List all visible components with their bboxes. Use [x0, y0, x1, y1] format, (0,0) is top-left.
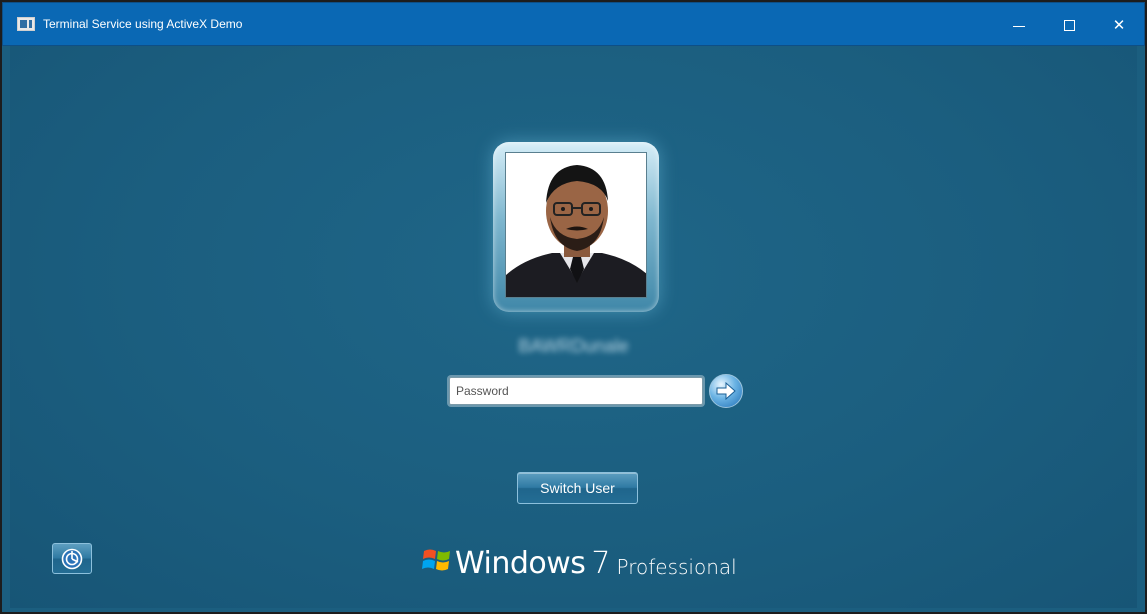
arrow-right-icon [716, 382, 736, 400]
minimize-button[interactable] [994, 3, 1044, 47]
title-bar[interactable]: Terminal Service using ActiveX Demo ✕ [2, 2, 1145, 46]
user-tile-frame [493, 142, 659, 312]
ease-of-access-icon [61, 548, 83, 569]
minimize-icon [1013, 25, 1025, 27]
windows-edition: Professional [616, 555, 737, 579]
switch-user-button[interactable]: Switch User [517, 472, 638, 504]
windows-logo: Windows 7 Professional [422, 539, 737, 579]
window-controls: ✕ [994, 3, 1144, 47]
logon-screen: BAWRDunale Switch User Windows 7 Profess… [10, 46, 1137, 608]
close-button[interactable]: ✕ [1094, 3, 1144, 47]
submit-arrow-button[interactable] [709, 374, 743, 408]
windows-wordmark: Windows [455, 546, 586, 581]
maximize-button[interactable] [1044, 3, 1094, 47]
username-label: BAWRDunale [518, 336, 629, 356]
windows-version: 7 [591, 546, 611, 581]
app-icon [17, 17, 35, 31]
close-icon: ✕ [1112, 17, 1126, 34]
window-title: Terminal Service using ActiveX Demo [43, 17, 243, 31]
user-avatar [505, 152, 647, 298]
maximize-icon [1063, 19, 1075, 31]
user-photo-image [506, 153, 646, 297]
windows-flag-icon [422, 549, 450, 571]
password-input[interactable] [449, 377, 703, 405]
ease-of-access-button[interactable] [52, 543, 92, 574]
app-window: Terminal Service using ActiveX Demo ✕ BA… [0, 0, 1147, 614]
